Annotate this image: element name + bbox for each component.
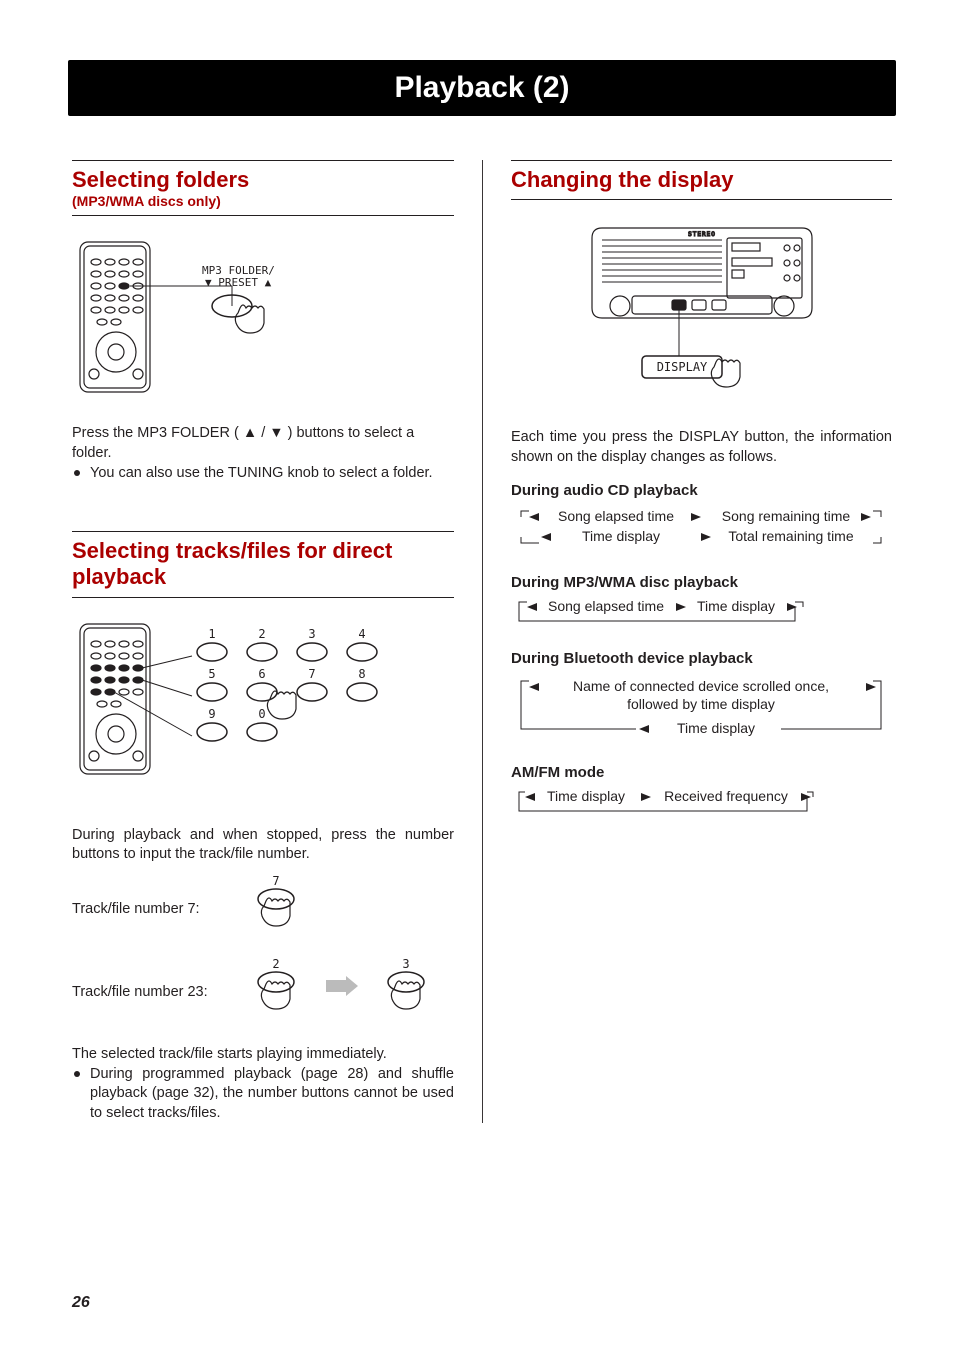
svg-text:Time display: Time display [677,720,755,736]
example-23: Track/file number 23: 2 3 [72,958,454,1027]
svg-text:Received frequency: Received frequency [664,788,788,804]
svg-text:Song elapsed time: Song elapsed time [548,598,664,614]
svg-text:STEREO: STEREO [688,231,716,238]
example-7: Track/file number 7: 7 [72,875,454,940]
subhead-amfm: AM/FM mode [511,764,892,781]
figure-remote-folder: MP3 FOLDER/ ▼ PRESET ▲ [72,234,454,404]
heading-changing-display: Changing the display [511,160,892,200]
left-column: Selecting folders (MP3/WMA discs only) [72,160,482,1123]
svg-text:Time display: Time display [582,528,660,544]
svg-text:1: 1 [208,627,215,641]
figure-unit-display: STEREO [511,218,892,408]
svg-text:8: 8 [358,667,365,681]
example-23-label: Track/file number 23: [72,958,222,1000]
heading-subtext: (MP3/WMA discs only) [72,193,454,209]
body-changing-display: Each time you press the DISPLAY button, … [511,428,892,467]
example-7-label: Track/file number 7: [72,875,222,917]
svg-text:2: 2 [272,958,279,971]
press-23-icon: 2 3 [246,958,466,1022]
svg-text:2: 2 [258,627,265,641]
svg-text:▼ PRESET ▲: ▼ PRESET ▲ [205,276,272,289]
svg-text:7: 7 [308,667,315,681]
subhead-audio-cd: During audio CD playback [511,482,892,499]
svg-text:Song elapsed time: Song elapsed time [558,508,674,524]
svg-text:4: 4 [358,627,365,641]
page-title: Playback (2) [394,71,569,105]
figure-remote-numpad: 1 2 3 4 5 6 7 8 9 0 [72,616,454,806]
svg-text:5: 5 [208,667,215,681]
cycle-mp3: Song elapsed time Time display [511,597,892,636]
svg-text:Total remaining time: Total remaining time [728,528,853,544]
svg-text:0: 0 [258,707,265,721]
body-after-direct: The selected track/file starts playing i… [72,1045,454,1065]
cycle-bt: Name of connected device scrolled once, … [511,673,892,750]
right-column: Changing the display STEREO [483,160,892,1123]
svg-text:followed by time display: followed by time display [627,696,775,712]
page-title-band: Playback (2) [68,60,896,116]
svg-text:Time display: Time display [697,598,775,614]
subhead-mp3: During MP3/WMA disc playback [511,574,892,591]
body-select-folders: Press the MP3 FOLDER ( ▲ / ▼ ) buttons t… [72,424,454,463]
subhead-bt: During Bluetooth device playback [511,650,892,667]
bullet-programmed-shuffle: During programmed playback (page 28) and… [72,1065,454,1124]
svg-text:DISPLAY: DISPLAY [656,360,707,374]
heading-selecting-folders: Selecting folders (MP3/WMA discs only) [72,160,454,216]
svg-text:Name of connected device scrol: Name of connected device scrolled once, [573,678,829,694]
cycle-amfm: Time display Received frequency [511,787,892,826]
heading-text: Selecting folders [72,167,454,193]
digit-7-label: 7 [272,875,279,888]
svg-text:Time display: Time display [547,788,625,804]
svg-text:Song remaining time: Song remaining time [722,508,851,524]
svg-text:3: 3 [308,627,315,641]
svg-text:9: 9 [208,707,215,721]
press-7-icon: 7 [246,875,326,935]
heading-text: Changing the display [511,167,892,193]
bullet-use-tuning: You can also use the TUNING knob to sele… [72,464,454,484]
page-number: 26 [72,1294,90,1312]
heading-direct-playback: Selecting tracks/files for direct playba… [72,531,454,598]
svg-text:3: 3 [402,958,409,971]
body-direct-playback: During playback and when stopped, press … [72,826,454,865]
heading-text: Selecting tracks/files for direct playba… [72,538,454,591]
svg-text:6: 6 [258,667,265,681]
column-divider [482,160,483,1123]
cycle-audio-cd: Song elapsed time Song remaining time Ti… [511,505,892,560]
